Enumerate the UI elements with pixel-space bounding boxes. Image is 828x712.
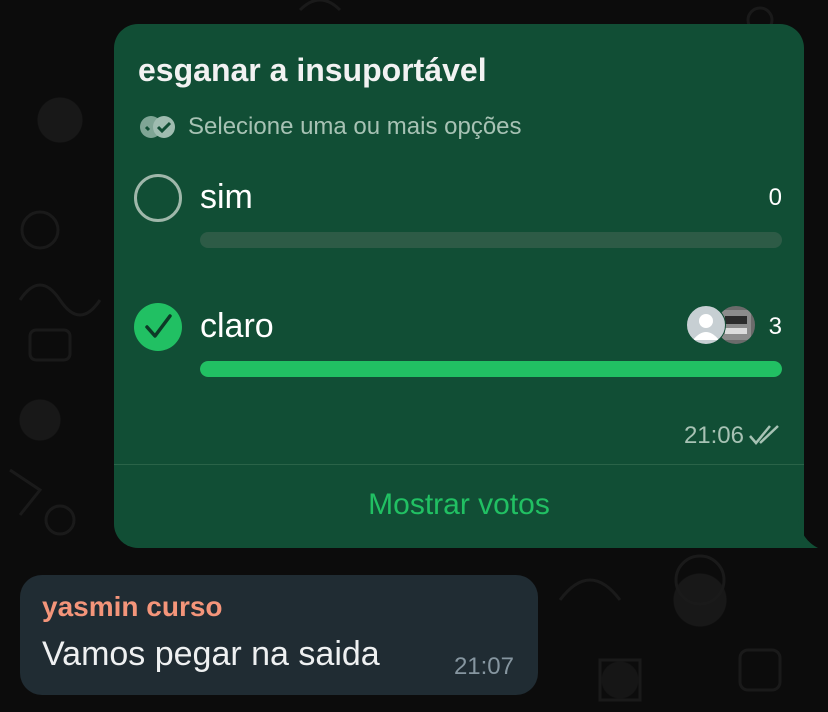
message-timestamp: 21:07 bbox=[453, 653, 514, 680]
poll-option-progress-track bbox=[200, 232, 782, 248]
double-check-icon bbox=[749, 425, 779, 445]
voter-avatars[interactable] bbox=[686, 305, 758, 345]
radio-checked-icon[interactable] bbox=[134, 303, 182, 351]
poll-option-sim[interactable]: sim 0 bbox=[134, 174, 782, 254]
poll-option-progress-fill bbox=[200, 361, 782, 377]
check-icon bbox=[145, 314, 172, 338]
poll-hint-text: Selecione uma ou mais opções bbox=[188, 113, 522, 140]
radio-empty-icon[interactable] bbox=[134, 174, 182, 222]
poll-option-label: sim bbox=[200, 178, 253, 216]
poll-option-vote-count: 0 bbox=[768, 184, 782, 211]
poll-option-progress-track bbox=[200, 361, 782, 377]
poll-option-vote-count: 3 bbox=[768, 313, 782, 340]
sender-name[interactable]: yasmin curso bbox=[42, 591, 223, 623]
poll-timestamp: 21:06 bbox=[683, 422, 744, 449]
bubble-tail bbox=[788, 520, 818, 548]
message-text: Vamos pegar na saida bbox=[42, 635, 380, 673]
double-check-circle-icon bbox=[140, 116, 175, 138]
poll-title: esganar a insuportável bbox=[138, 52, 487, 88]
poll-option-label: claro bbox=[200, 307, 274, 345]
poll-message-bubble: esganar a insuportável Selecione uma ou … bbox=[114, 24, 804, 548]
incoming-message-bubble[interactable]: yasmin curso Vamos pegar na saida 21:07 bbox=[20, 575, 538, 695]
show-votes-button[interactable]: Mostrar votos bbox=[114, 488, 804, 522]
poll-divider bbox=[114, 464, 804, 465]
poll-option-claro[interactable]: claro 3 bbox=[134, 303, 782, 383]
poll-hint: Selecione uma ou mais opções bbox=[138, 113, 522, 140]
voter-avatar-default bbox=[686, 305, 726, 345]
